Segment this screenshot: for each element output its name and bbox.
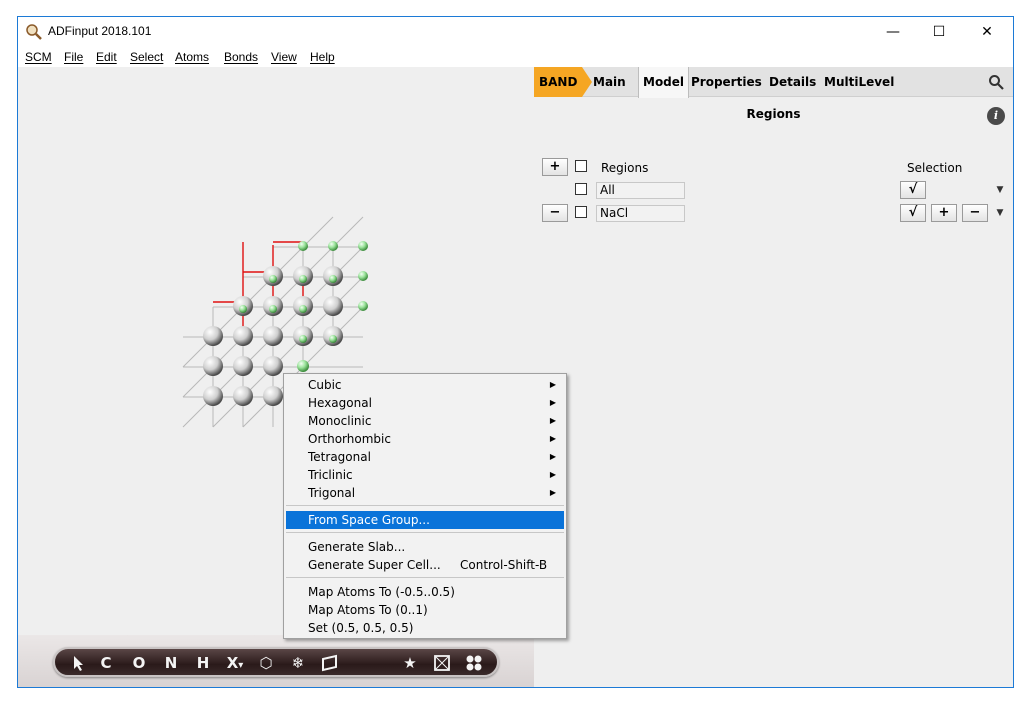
add-to-region-button[interactable]: +: [931, 204, 957, 222]
crystal-cell-icon[interactable]: [431, 653, 453, 673]
menu-file[interactable]: File: [64, 50, 83, 64]
remove-region-button[interactable]: −: [542, 204, 568, 222]
tab-details[interactable]: Details: [769, 67, 816, 97]
menu-item-set-center[interactable]: Set (0.5, 0.5, 0.5): [286, 619, 564, 637]
menu-item-monoclinic[interactable]: Monoclinic ▶: [286, 412, 564, 430]
tab-bar: BAND Main Model Properties Details Multi…: [534, 67, 1013, 98]
tool-other-label: X: [226, 654, 239, 672]
menu-separator: [286, 505, 564, 506]
minimize-button[interactable]: —: [870, 17, 916, 47]
close-button[interactable]: ✕: [964, 17, 1010, 47]
submenu-arrow-icon: ▶: [549, 416, 556, 425]
menu-item-shortcut: Control-Shift-B: [460, 558, 548, 572]
star-favorites-icon[interactable]: ★: [399, 653, 421, 673]
submenu-arrow-icon: ▶: [549, 488, 556, 497]
menu-select[interactable]: Select: [130, 50, 163, 64]
menu-item-tetragonal[interactable]: Tetragonal ▶: [286, 448, 564, 466]
region-name-all[interactable]: All: [596, 182, 685, 199]
menu-item-label: From Space Group...: [308, 513, 430, 527]
menu-item-label: Tetragonal: [308, 450, 371, 464]
submenu-arrow-icon: ▶: [549, 470, 556, 479]
menu-item-label: Map Atoms To (0..1): [308, 603, 428, 617]
menu-item-from-space-group[interactable]: From Space Group...: [286, 511, 564, 529]
panel-section-title: Regions: [746, 107, 801, 121]
menu-bar: SCM File Edit Select Atoms Bonds View He…: [18, 47, 1013, 67]
menu-item-label: Set (0.5, 0.5, 0.5): [308, 621, 414, 635]
menu-item-label: Cubic: [308, 378, 342, 392]
menu-help[interactable]: Help: [310, 50, 335, 64]
input-panel: BAND Main Model Properties Details Multi…: [534, 67, 1013, 687]
menu-item-label: Trigonal: [308, 486, 356, 500]
menu-item-generate-super-cell[interactable]: Generate Super Cell... Control-Shift-B: [286, 556, 564, 574]
menu-item-label: Hexagonal: [308, 396, 372, 410]
menu-item-map-atoms-unit[interactable]: Map Atoms To (0..1): [286, 601, 564, 619]
snowflake-symmetry-icon[interactable]: ❄: [287, 653, 309, 673]
molecule-groups-icon[interactable]: [463, 653, 485, 673]
menu-item-triclinic[interactable]: Triclinic ▶: [286, 466, 564, 484]
select-region-nacl-button[interactable]: √: [900, 204, 926, 222]
menu-item-orthorhombic[interactable]: Orthorhombic ▶: [286, 430, 564, 448]
regions-column-header: Regions: [601, 161, 649, 175]
menu-item-label: Map Atoms To (-0.5..0.5): [308, 585, 455, 599]
menu-view[interactable]: View: [271, 50, 297, 64]
menu-item-hexagonal[interactable]: Hexagonal ▶: [286, 394, 564, 412]
title-bar: ADFinput 2018.101 — ☐ ✕: [18, 17, 1013, 47]
hexagon-ring-icon[interactable]: ⬡: [255, 653, 277, 673]
submenu-arrow-icon: ▶: [549, 434, 556, 443]
menu-item-cubic[interactable]: Cubic ▶: [286, 376, 564, 394]
menu-scm[interactable]: SCM: [25, 50, 52, 64]
magnifier-app-icon: [26, 24, 42, 40]
menu-separator: [286, 577, 564, 578]
menu-item-label: Generate Super Cell...: [308, 558, 441, 572]
tab-band[interactable]: BAND: [534, 67, 592, 97]
tool-nitrogen[interactable]: N: [160, 653, 182, 673]
submenu-arrow-icon: ▶: [549, 380, 556, 389]
menu-item-trigonal[interactable]: Trigonal ▶: [286, 484, 564, 502]
menu-item-generate-slab[interactable]: Generate Slab...: [286, 538, 564, 556]
tool-oxygen[interactable]: O: [128, 653, 150, 673]
tab-model[interactable]: Model: [638, 67, 690, 98]
menu-bonds[interactable]: Bonds: [224, 50, 258, 64]
region-nacl-dropdown-icon[interactable]: ▼: [993, 204, 1007, 222]
info-icon[interactable]: i: [987, 107, 1005, 125]
menu-atoms[interactable]: Atoms: [175, 50, 209, 64]
crystal-context-menu: Cubic ▶ Hexagonal ▶ Monoclinic ▶ Orthorhomb…: [283, 373, 567, 639]
submenu-arrow-icon: ▶: [549, 452, 556, 461]
menu-edit[interactable]: Edit: [96, 50, 117, 64]
menu-item-label: Monoclinic: [308, 414, 372, 428]
select-all-regions-checkbox[interactable]: [575, 160, 587, 172]
tool-hydrogen[interactable]: H: [192, 653, 214, 673]
plane-icon[interactable]: [319, 653, 341, 673]
region-all-checkbox[interactable]: [575, 183, 587, 195]
tab-multilevel[interactable]: MultiLevel: [824, 67, 894, 97]
add-region-button[interactable]: +: [542, 158, 568, 176]
menu-item-map-atoms-centered[interactable]: Map Atoms To (-0.5..0.5): [286, 583, 564, 601]
submenu-arrow-icon: ▶: [549, 398, 556, 407]
tab-main[interactable]: Main: [593, 67, 626, 97]
selection-column-header: Selection: [907, 161, 963, 175]
tool-other-element[interactable]: X▾: [221, 653, 249, 673]
tab-properties[interactable]: Properties: [691, 67, 762, 97]
menu-separator: [286, 532, 564, 533]
region-nacl-checkbox[interactable]: [575, 206, 587, 218]
menu-item-label: Generate Slab...: [308, 540, 406, 554]
tool-carbon[interactable]: C: [95, 653, 117, 673]
search-icon[interactable]: [988, 74, 1004, 90]
chevron-down-icon: ▾: [238, 660, 244, 671]
maximize-button[interactable]: ☐: [916, 17, 962, 47]
window-title: ADFinput 2018.101: [48, 24, 152, 38]
menu-item-label: Orthorhombic: [308, 432, 391, 446]
region-all-dropdown-icon[interactable]: ▼: [993, 181, 1007, 199]
select-arrow-icon[interactable]: [67, 653, 89, 673]
select-region-all-button[interactable]: √: [900, 181, 926, 199]
remove-from-region-button[interactable]: −: [962, 204, 988, 222]
edit-toolbar: C O N H X▾ ⬡ ❄ ★: [53, 647, 499, 677]
menu-item-label: Triclinic: [308, 468, 353, 482]
region-name-nacl[interactable]: NaCl: [596, 205, 685, 222]
